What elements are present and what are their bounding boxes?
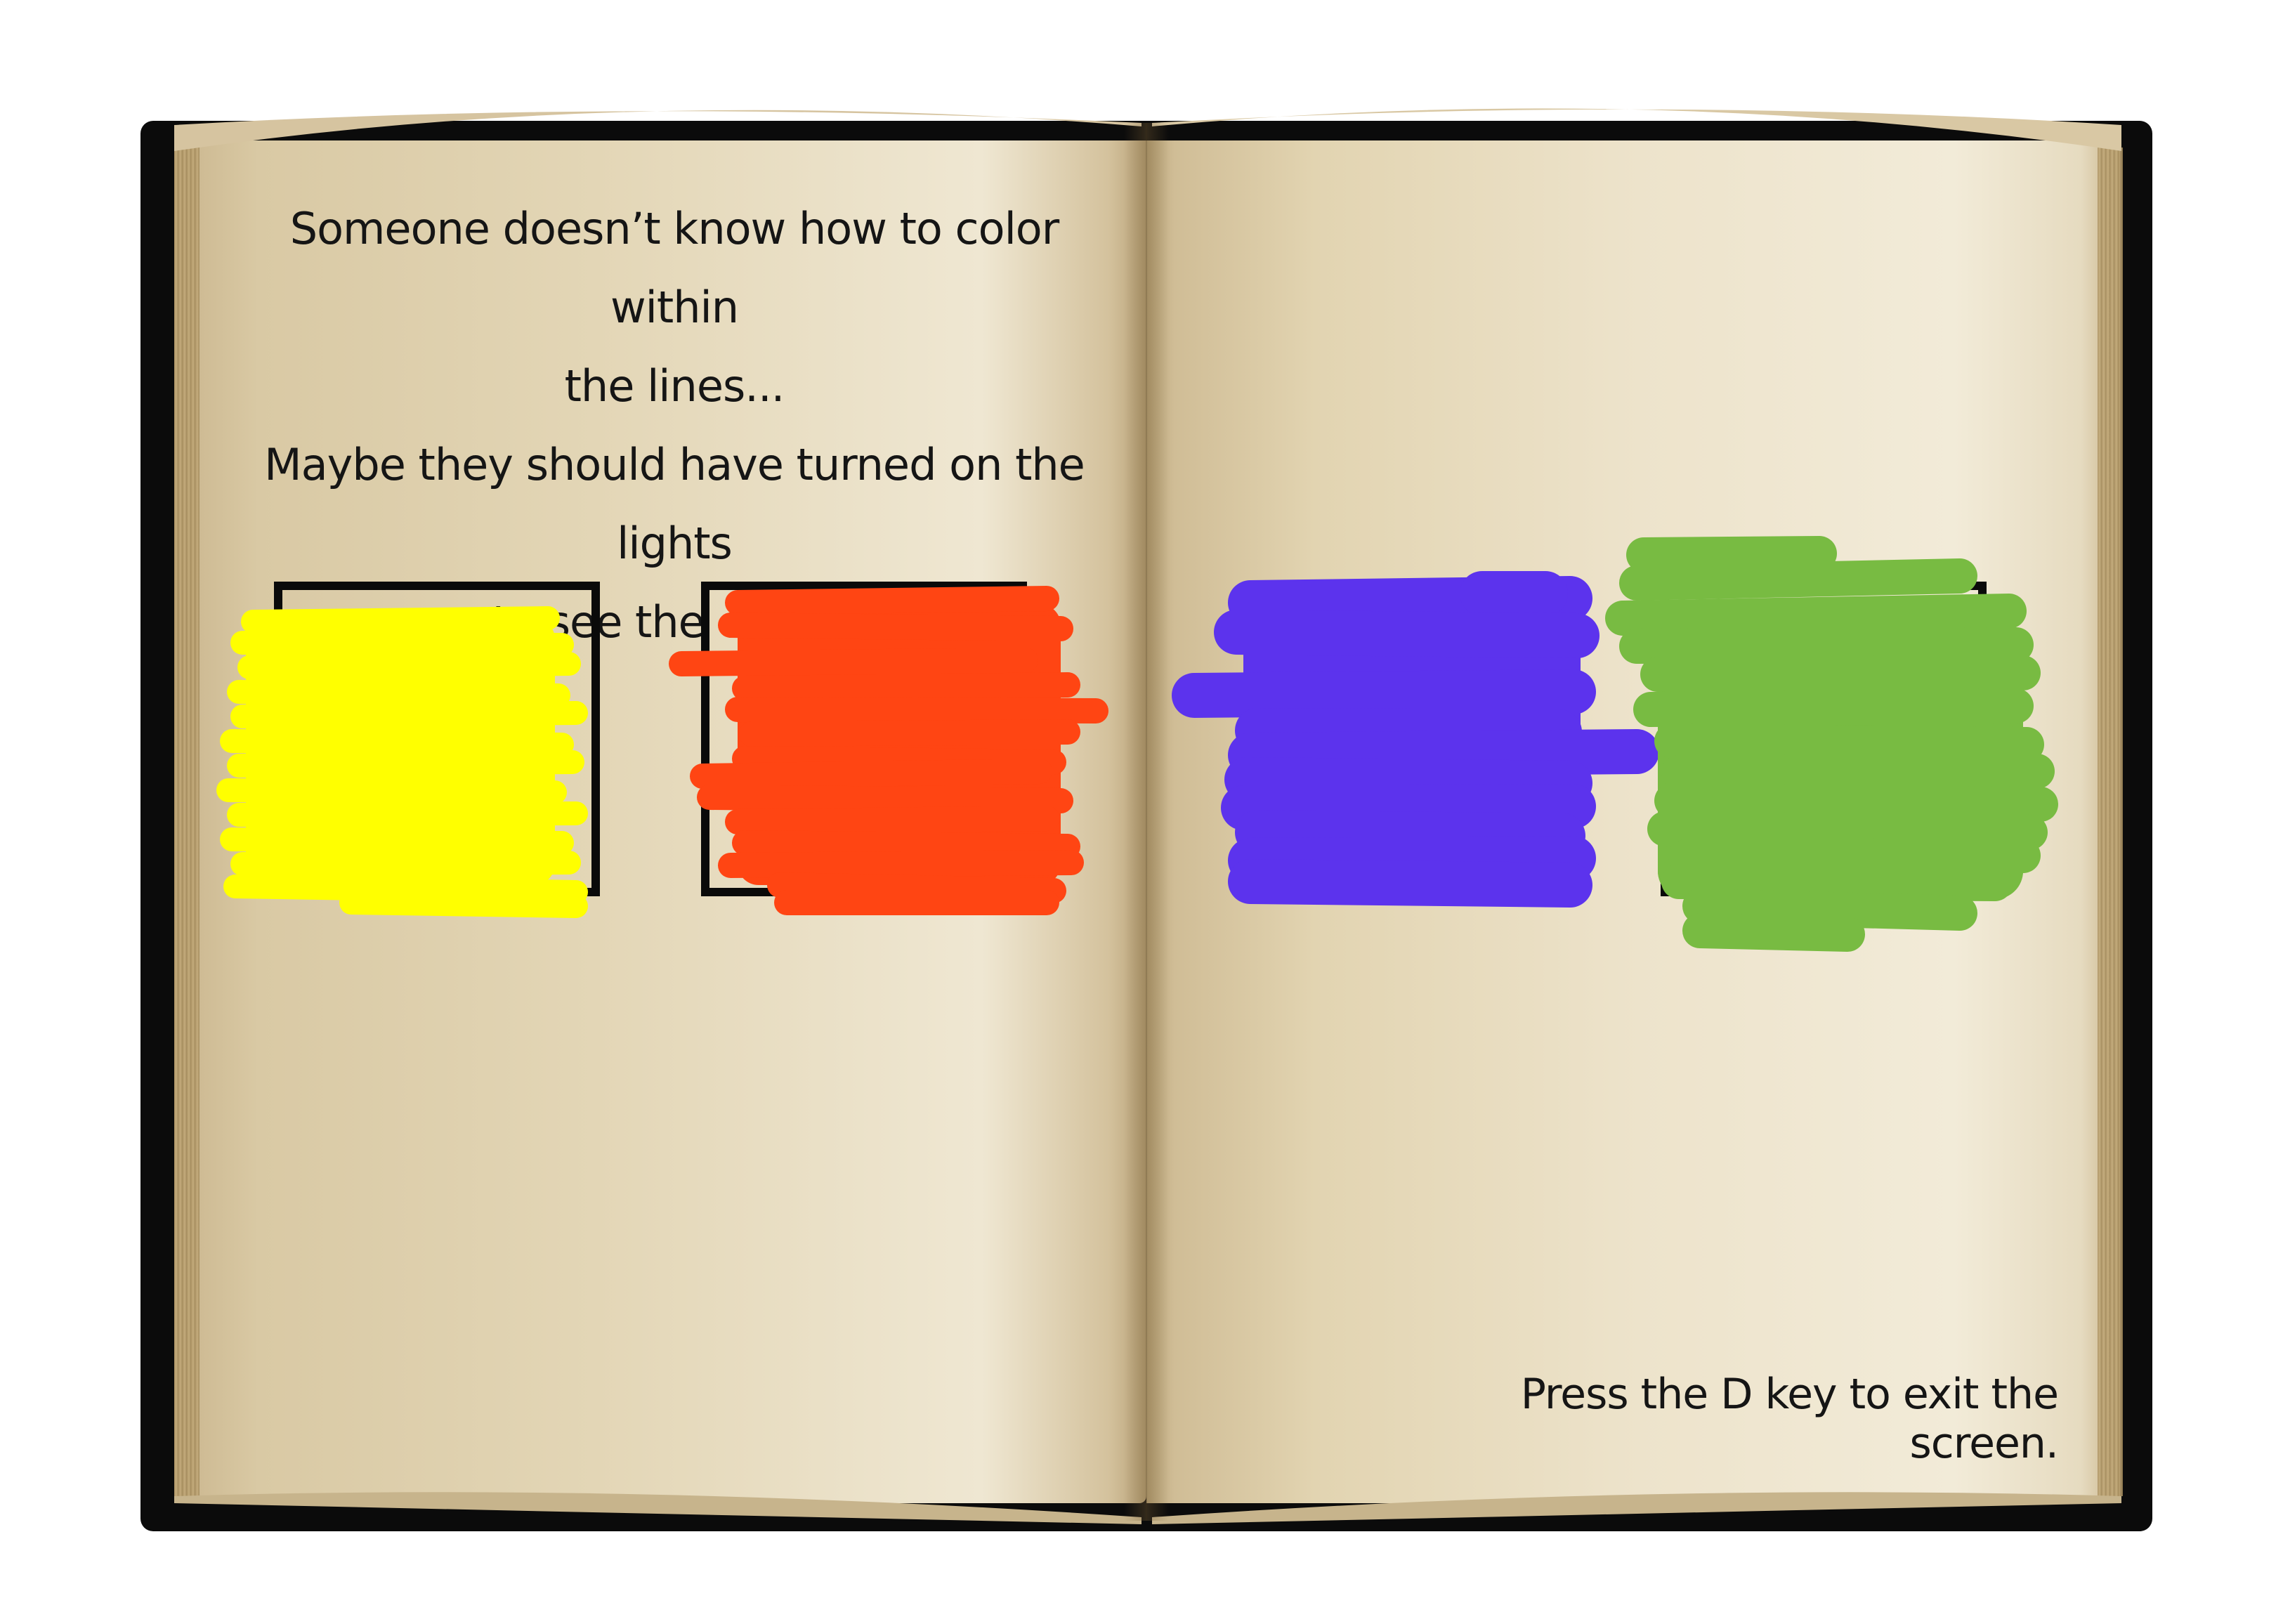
color-box-frame-3: [1250, 582, 1576, 896]
right-page-edges: [2098, 148, 2123, 1496]
storybook-scene: Someone doesn’t know how to color within…: [0, 0, 2283, 1624]
exit-hint: Press the D key to exit the screen.: [1520, 1370, 2059, 1468]
book-spine: [1124, 123, 1169, 1521]
message-line: Maybe they should have turned on the lig…: [264, 439, 1085, 569]
color-box-frame-1: [274, 582, 600, 896]
left-page-edges: [174, 148, 199, 1496]
message-line: Someone doesn’t know how to color within: [289, 203, 1059, 333]
color-box-frame-2: [701, 582, 1027, 896]
message-line: the lines...: [564, 360, 785, 412]
color-box-frame-4: [1661, 582, 1987, 896]
